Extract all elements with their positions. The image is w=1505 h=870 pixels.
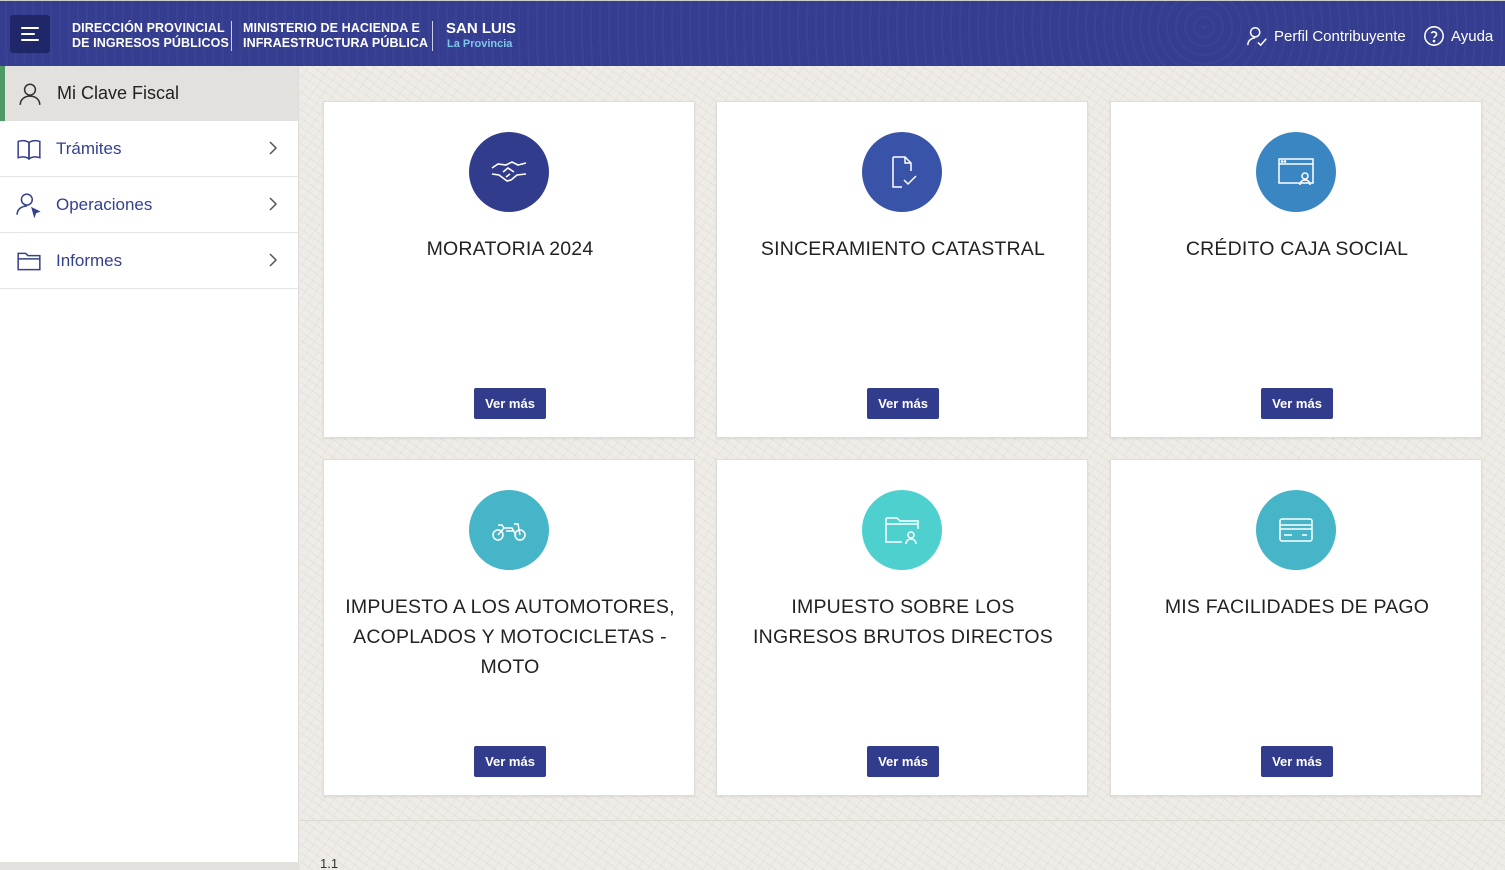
card-icon-circle: [469, 132, 549, 212]
motorcycle-icon: [492, 523, 526, 541]
user-icon: [19, 82, 41, 105]
user-icon: [1247, 27, 1267, 47]
credit-card-icon: [1279, 518, 1313, 542]
help-link[interactable]: Ayuda: [1423, 25, 1493, 47]
ver-mas-button[interactable]: Ver más: [1261, 388, 1333, 419]
help-link-label: Ayuda: [1451, 27, 1494, 45]
sidebar: Mi Clave Fiscal Trámites Operaciones Inf…: [0, 66, 299, 870]
card-icon-circle: [1256, 490, 1336, 570]
ver-mas-button[interactable]: Ver más: [867, 388, 939, 419]
card-title: MORATORIA 2024: [426, 238, 594, 260]
card-title: IMPUESTO SOBRE LOS INGRESOS BRUTOS DIREC…: [753, 596, 1053, 648]
card-credito-caja-social: CRÉDITO CAJA SOCIAL Ver más: [1110, 101, 1482, 438]
card-ingresos-brutos: IMPUESTO SOBRE LOS INGRESOS BRUTOS DIREC…: [716, 459, 1088, 796]
card-title: SINCERAMIENTO CATASTRAL: [760, 238, 1046, 260]
brand-dpip: DIRECCIÓN PROVINCIAL DE INGRESOS PÚBLICO…: [72, 21, 229, 50]
card-moratoria: MORATORIA 2024 Ver más: [323, 101, 695, 438]
user-pointer-icon: [16, 192, 41, 218]
brand-san-luis: SAN LUIS: [446, 20, 517, 37]
sidebar-item-label: Trámites: [56, 138, 122, 158]
card-icon-circle: [862, 132, 942, 212]
card-icon-circle: [1256, 132, 1336, 212]
top-header: DIRECCIÓN PROVINCIAL DE INGRESOS PÚBLICO…: [0, 0, 1505, 66]
ver-mas-button[interactable]: Ver más: [867, 746, 939, 777]
sidebar-item-tramites[interactable]: Trámites: [0, 121, 298, 177]
chevron-right-icon: [269, 141, 278, 155]
brand-san-luis-subtitle: La Provincia: [447, 38, 513, 50]
brand-divider: [432, 21, 433, 51]
sidebar-item-label: Mi Clave Fiscal: [57, 83, 180, 103]
sidebar-item-operaciones[interactable]: Operaciones: [0, 177, 298, 233]
ver-mas-button[interactable]: Ver más: [474, 388, 546, 419]
card-icon-circle: [469, 490, 549, 570]
brand-divider: [231, 21, 232, 51]
sidebar-item-label: Operaciones: [56, 194, 153, 214]
ver-mas-button[interactable]: Ver más: [1261, 746, 1333, 777]
sidebar-item-informes[interactable]: Informes: [0, 233, 298, 289]
menu-toggle-button[interactable]: [10, 15, 50, 53]
document-check-icon: [892, 156, 917, 188]
book-icon: [17, 139, 41, 160]
footer-divider: [300, 820, 1505, 821]
card-mis-facilidades-de-pago: MIS FACILIDADES DE PAGO Ver más: [1110, 459, 1482, 796]
card-icon-circle: [862, 490, 942, 570]
card-title: CRÉDITO CAJA SOCIAL: [1185, 238, 1409, 260]
folder-user-icon: [885, 517, 919, 545]
sidebar-footer: [0, 862, 299, 870]
handshake-icon: [491, 161, 527, 182]
chevron-right-icon: [269, 197, 278, 211]
folder-icon: [17, 252, 41, 270]
version-label: 1.1: [320, 856, 339, 870]
card-title: IMPUESTO A LOS AUTOMOTORES, ACOPLADOS Y …: [345, 596, 675, 678]
brand-ministerio: MINISTERIO DE HACIENDA E INFRAESTRUCTURA…: [243, 21, 429, 50]
help-icon: [1424, 26, 1444, 46]
sidebar-item-mi-clave-fiscal[interactable]: Mi Clave Fiscal: [0, 66, 298, 121]
card-title: MIS FACILIDADES DE PAGO: [1164, 596, 1430, 618]
sidebar-item-label: Informes: [56, 250, 123, 270]
profile-link[interactable]: Perfil Contribuyente: [1246, 25, 1406, 47]
profile-link-label: Perfil Contribuyente: [1274, 27, 1406, 45]
chevron-right-icon: [269, 253, 278, 267]
card-impuesto-automotores: IMPUESTO A LOS AUTOMOTORES, ACOPLADOS Y …: [323, 459, 695, 796]
card-sinceramiento-catastral: SINCERAMIENTO CATASTRAL Ver más: [716, 101, 1088, 438]
ver-mas-button[interactable]: Ver más: [474, 746, 546, 777]
browser-user-icon: [1278, 158, 1314, 186]
main-content: MORATORIA 2024 Ver más SINCERAMIENTO CAT…: [300, 66, 1505, 870]
